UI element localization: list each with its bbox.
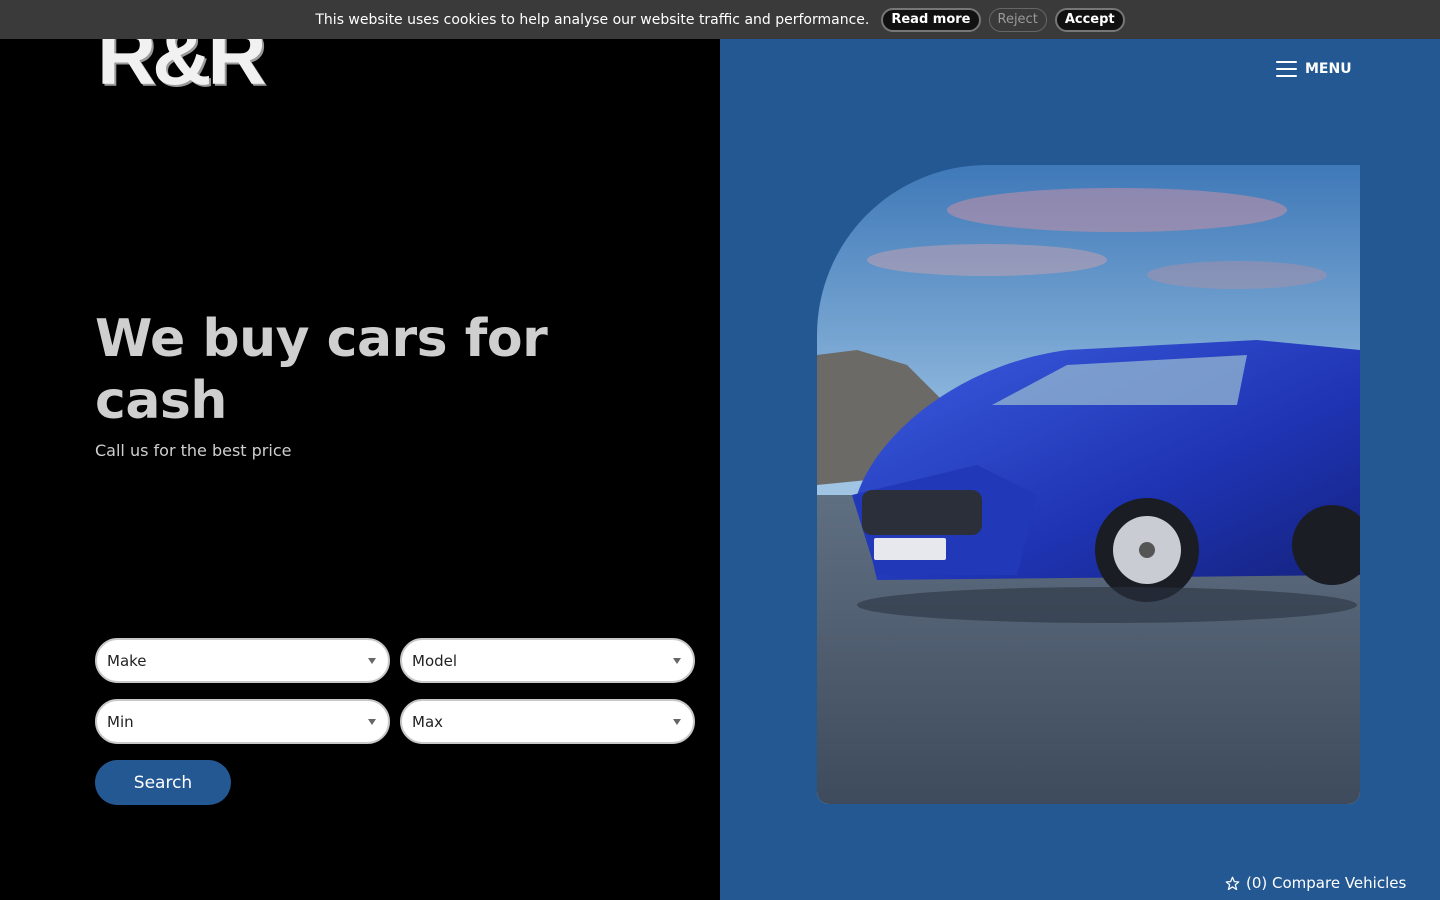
accept-button[interactable]: Accept (1054, 7, 1125, 32)
search-button[interactable]: Search (95, 760, 231, 805)
max-price-select[interactable]: Max (400, 699, 695, 744)
reject-button[interactable]: Reject (988, 7, 1047, 32)
star-icon (1225, 876, 1240, 890)
make-select-label: Make (107, 651, 147, 670)
model-select-label: Model (412, 651, 458, 670)
max-price-select-label: Max (412, 712, 444, 731)
chevron-down-icon (368, 718, 376, 725)
hamburger-icon (1276, 61, 1297, 77)
min-price-select[interactable]: Min (95, 699, 390, 744)
make-select[interactable]: Make (95, 638, 390, 683)
compare-vehicles-link[interactable]: (0) Compare Vehicles (1225, 874, 1406, 892)
cookie-message: This website uses cookies to help analys… (315, 11, 870, 28)
chevron-down-icon (368, 657, 376, 664)
cookie-banner: This website uses cookies to help analys… (0, 0, 1440, 39)
model-select[interactable]: Model (400, 638, 695, 683)
chevron-down-icon (673, 657, 681, 664)
hero-title: We buy cars for cash (95, 309, 548, 431)
min-price-select-label: Min (107, 712, 134, 731)
hero-subtitle: Call us for the best price (95, 441, 292, 460)
chevron-down-icon (673, 718, 681, 725)
menu-button[interactable]: MENU (1276, 61, 1352, 77)
compare-vehicles-label: (0) Compare Vehicles (1246, 874, 1407, 892)
read-more-button[interactable]: Read more (881, 7, 981, 32)
hero-car-image (817, 165, 1360, 804)
menu-label: MENU (1305, 61, 1352, 77)
